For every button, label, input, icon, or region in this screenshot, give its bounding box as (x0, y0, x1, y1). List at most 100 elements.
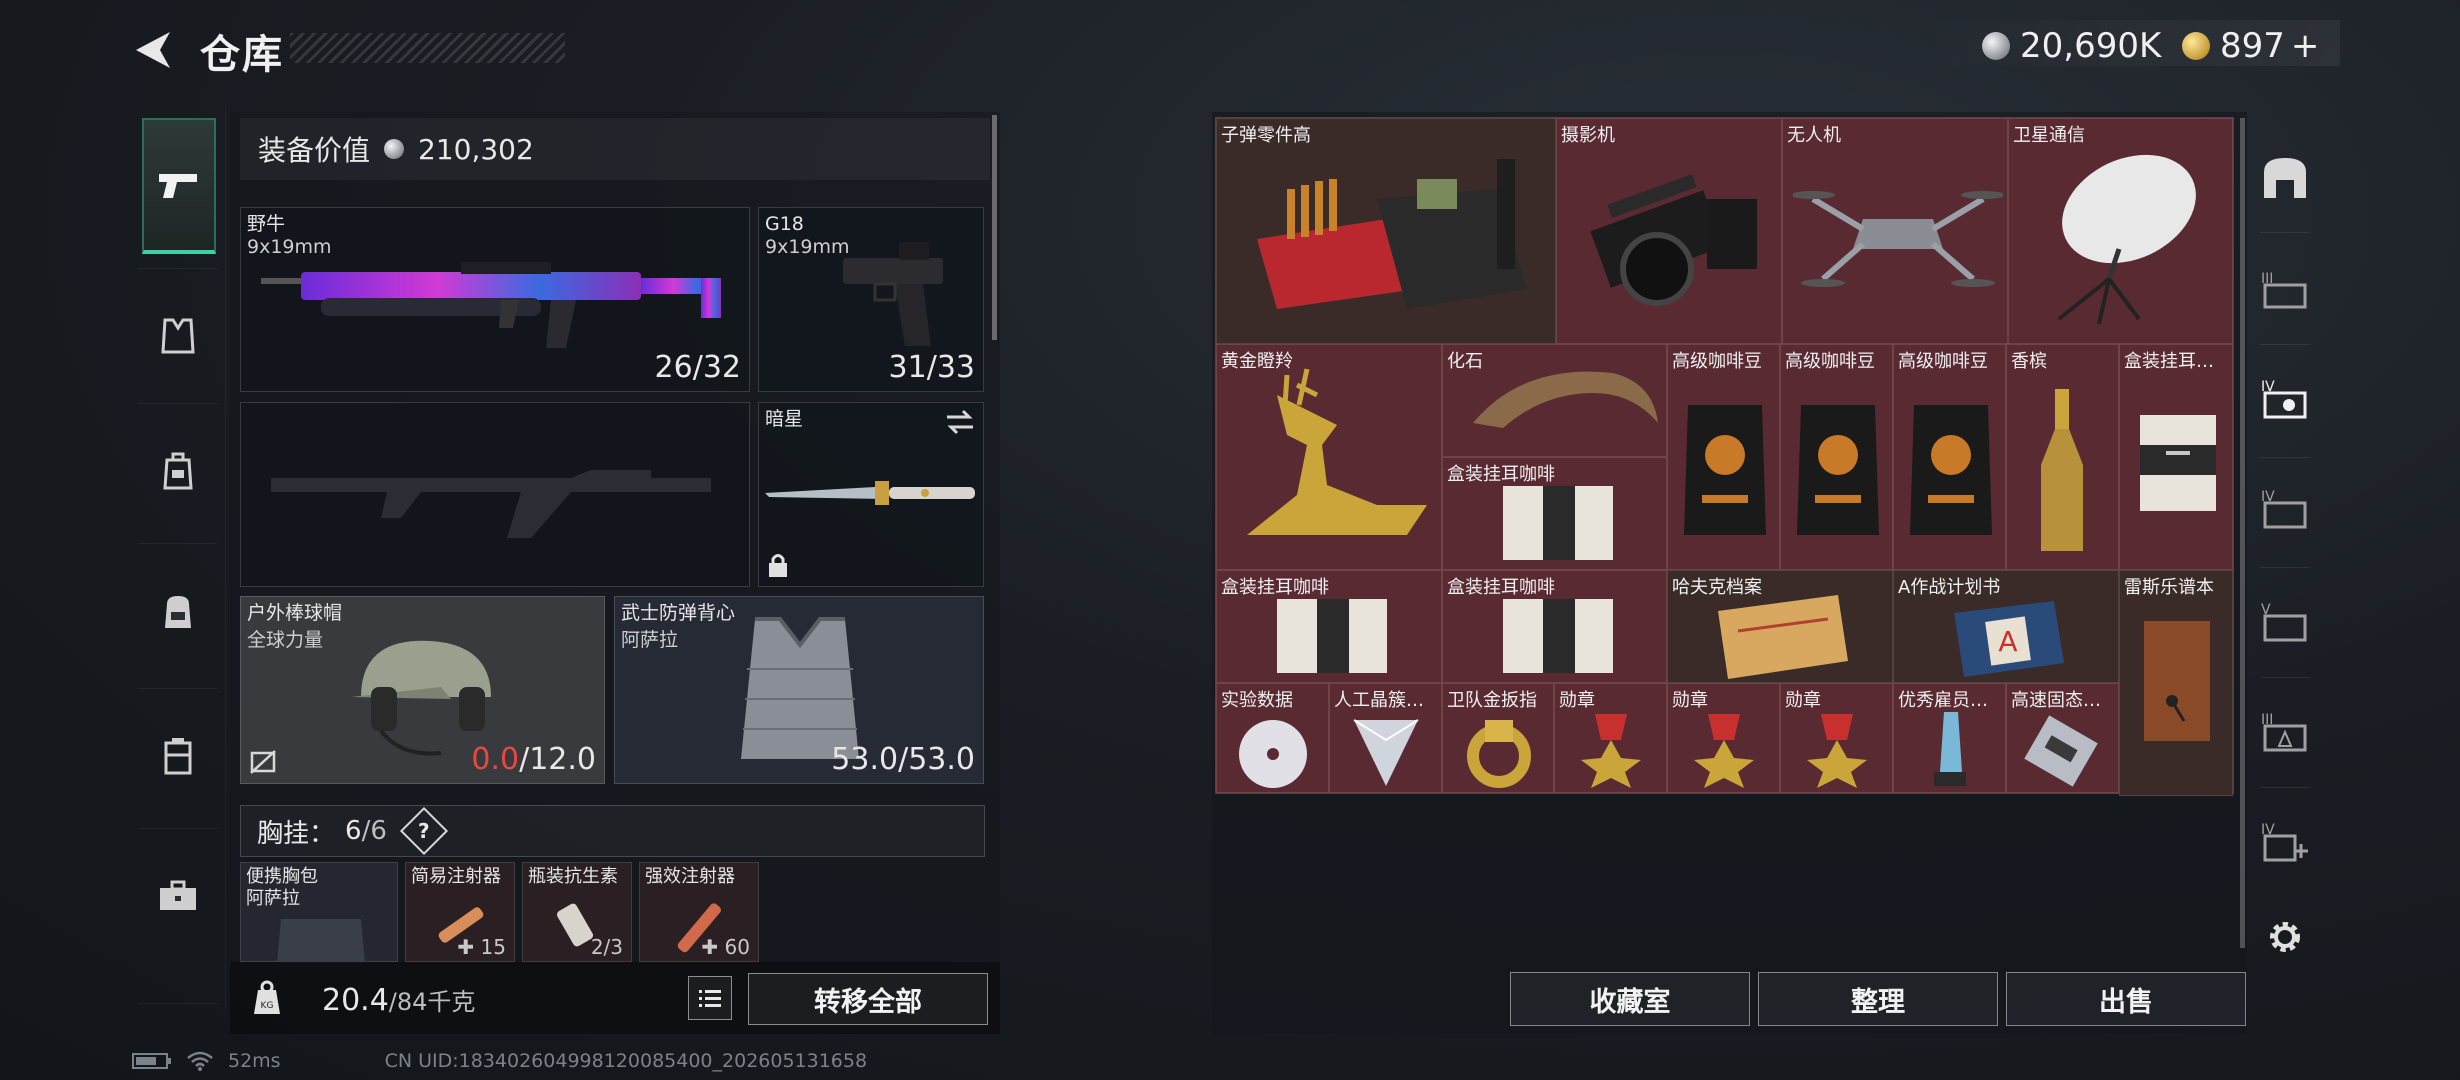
sell-button[interactable]: 出售 (2006, 972, 2246, 1026)
stash-item-satcom[interactable]: 卫星通信 (2008, 118, 2233, 344)
pouch-item[interactable]: 强效注射器 ✚ 60 (639, 862, 759, 962)
drone-image (1793, 191, 2003, 287)
stash-item-archive[interactable]: 哈夫克档案 (1667, 570, 1893, 683)
battery-icon (132, 1053, 171, 1069)
rifle-placeholder-icon (271, 470, 711, 538)
secondary-weapon-slot[interactable]: G18 9x19mm 31/33 (758, 207, 984, 392)
stash-item-fossil[interactable]: 化石 (1442, 344, 1667, 457)
crystal-image (1353, 719, 1419, 786)
coffee-bag-image (1910, 405, 1992, 535)
pouch-item[interactable]: 瓶装抗生素 2/3 (522, 862, 632, 962)
rail-stash-page-4-active[interactable]: IV (2250, 364, 2320, 434)
camera-image (1590, 174, 1757, 306)
primary-weapon-slot[interactable]: 野牛 9x19mm 26/32 (240, 207, 750, 392)
stash-item-plan-a[interactable]: A作战计划书 A (1893, 570, 2119, 683)
rail-tab-backpack[interactable] (130, 563, 225, 658)
list-icon (699, 990, 721, 1007)
collection-room-button[interactable]: 收藏室 (1510, 972, 1750, 1026)
equipment-value-bar: 装备价值 210,302 (240, 118, 990, 180)
chest-rig-item[interactable]: 便携胸包 阿萨拉 (240, 862, 398, 963)
stash-item-ssd[interactable]: 高速固态… (2006, 683, 2119, 793)
rail-tab-armor[interactable] (130, 288, 225, 383)
medal-image (1807, 714, 1867, 788)
swap-icon[interactable] (945, 409, 975, 435)
stash-item-gold-deer[interactable]: 黄金瞪羚 (1216, 344, 1442, 570)
title-decoration (290, 33, 565, 63)
rail-stash-page-4b[interactable]: IV (2250, 474, 2320, 544)
stash-item-champagne[interactable]: 香槟 (2006, 344, 2119, 570)
equipment-scrollbar[interactable] (992, 115, 997, 340)
vest-icon (160, 318, 195, 353)
rail-stash-home[interactable] (2250, 142, 2320, 212)
stash-item-coffee-box[interactable]: 盒装挂耳咖啡 (1442, 570, 1667, 683)
equipment-category-rail (130, 108, 226, 1008)
gold-deer-image (1247, 368, 1427, 535)
stash-item-coffee[interactable]: 高级咖啡豆 (1780, 344, 1893, 570)
stash-item-coffee[interactable]: 高级咖啡豆 (1893, 344, 2006, 570)
rail-stash-page-3b[interactable]: III (2250, 697, 2320, 767)
page-title: 仓库 (200, 32, 284, 78)
stash-page-rail: III IV IV V III IV (2250, 112, 2320, 1002)
coffee-box-image (1503, 599, 1613, 673)
warehouse-icon (2264, 158, 2306, 198)
help-icon[interactable]: ? (399, 806, 448, 856)
settings-button[interactable] (2250, 902, 2320, 972)
stash-item-medal[interactable]: 勋章 (1554, 683, 1667, 793)
stash-item-ammo-parts[interactable]: 子弹零件高 (1216, 118, 1556, 344)
stash-scrollbar[interactable] (2240, 118, 2245, 948)
svg-text:A: A (1998, 625, 2017, 658)
stash-item-coffee[interactable]: 高级咖啡豆 (1667, 344, 1780, 570)
pistol-icon (159, 174, 197, 198)
transfer-all-button[interactable]: 转移全部 (748, 973, 988, 1025)
silver-currency: 20,690K (1982, 26, 2161, 66)
disc-image (1239, 720, 1307, 788)
pouch-item[interactable]: 简易注射器 ✚ 15 (405, 862, 515, 962)
melee-slot[interactable]: 暗星 (758, 402, 984, 587)
coffee-bag-image (1684, 405, 1766, 535)
stash-item-ring[interactable]: 卫队金扳指 (1442, 683, 1554, 793)
rail-tab-case[interactable] (130, 708, 225, 803)
stash-item-crystal[interactable]: 人工晶簇… (1329, 683, 1442, 793)
coffee-box-image (1277, 599, 1387, 673)
gold-coin-icon (2182, 32, 2210, 60)
helmet-slot[interactable]: 户外棒球帽 全球力量 0.0/12.0 (240, 596, 605, 784)
knife-image (765, 481, 975, 505)
stash-item-notebook[interactable]: 雷斯乐谱本 (2119, 570, 2233, 796)
backpack-icon (164, 595, 191, 628)
add-gold-icon[interactable]: + (2291, 26, 2320, 66)
stash-grid: 子弹零件高 摄影机 无人机 卫星通信 黄金瞪羚 化石 高级咖啡豆 高级咖啡豆 高… (1215, 117, 2234, 796)
stash-page-4-icon: IV (2261, 379, 2307, 419)
gold-ring-image (1467, 720, 1531, 788)
stash-item-medal[interactable]: 勋章 (1780, 683, 1893, 793)
sort-button[interactable]: 整理 (1758, 972, 1998, 1026)
rail-tab-chest-rig[interactable] (130, 423, 225, 518)
armor-slot[interactable]: 武士防弹背心 阿萨拉 53.0/53.0 (614, 596, 984, 784)
stash-item-coffee-box[interactable]: 盒装挂耳咖啡 (1216, 570, 1442, 683)
rail-stash-page-3[interactable]: III (2250, 254, 2320, 324)
ssd-image (2024, 715, 2098, 787)
rail-stash-page-5[interactable]: V (2250, 587, 2320, 657)
empty-weapon-slot[interactable] (240, 402, 750, 587)
silver-coin-icon (1982, 32, 2010, 60)
chest-rig-bar[interactable]: 胸挂： 6/6 ? (240, 805, 985, 857)
stash-item-camera[interactable]: 摄影机 (1556, 118, 1782, 344)
stash-item-coffee-box[interactable]: 盒装挂耳咖啡 (1442, 457, 1667, 570)
stash-item-lab-data[interactable]: 实验数据 (1216, 683, 1329, 793)
coffee-box-image (2140, 415, 2216, 511)
back-arrow-icon[interactable] (130, 28, 180, 72)
list-view-button[interactable] (688, 976, 732, 1020)
wifi-icon (187, 1051, 213, 1071)
stash-item-medal[interactable]: 勋章 (1667, 683, 1780, 793)
stash-item-drone[interactable]: 无人机 (1782, 118, 2008, 344)
stash-item-trophy[interactable]: 优秀雇员… (1893, 683, 2006, 793)
coffee-box-image (1503, 486, 1613, 560)
rail-add-stash-page[interactable]: IV (2250, 807, 2320, 877)
stash-item-coffee-box[interactable]: 盒装挂耳… (2119, 344, 2233, 570)
rail-tab-weapons[interactable] (142, 118, 216, 254)
gold-currency[interactable]: 897 + (2182, 26, 2319, 66)
lock-icon (769, 554, 787, 577)
chest-rig-icon (162, 452, 193, 489)
ammo-crate-image (1257, 159, 1527, 309)
no-insurance-icon (250, 750, 276, 774)
rail-tab-toolbox[interactable] (130, 848, 225, 943)
